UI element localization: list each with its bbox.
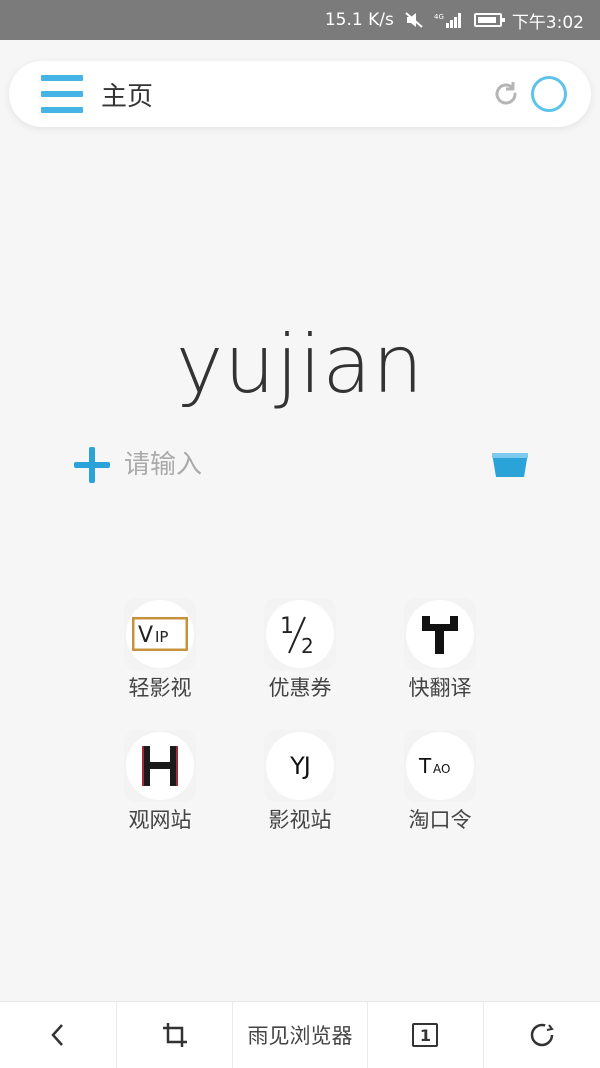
shortcut-label: 快翻译	[408, 676, 472, 700]
back-icon	[51, 1024, 63, 1046]
back-button[interactable]	[0, 1002, 117, 1068]
shortcut-label: 观网站	[128, 808, 192, 832]
svg-text:T: T	[418, 754, 432, 778]
search-row	[74, 442, 529, 488]
svg-text:V: V	[138, 623, 153, 648]
bucket-icon[interactable]	[491, 451, 529, 479]
menu-icon[interactable]	[41, 75, 83, 113]
sync-icon	[530, 1023, 554, 1047]
shortcut-tile[interactable]: 快翻译	[370, 598, 510, 702]
shortcut-tile[interactable]: T AO 淘口令	[370, 730, 510, 834]
vip-icon: V IP	[132, 617, 188, 651]
shortcut-tile[interactable]: 观网站	[90, 730, 230, 834]
bottom-toolbar: 雨见浏览器 1	[0, 1001, 600, 1068]
shortcut-label: 优惠券	[268, 676, 332, 700]
tabs-button[interactable]: 1	[368, 1002, 485, 1068]
search-input[interactable]	[122, 449, 491, 481]
sync-button[interactable]	[484, 1002, 600, 1068]
tao-icon: T AO	[418, 754, 450, 778]
svg-text:AO: AO	[433, 762, 450, 776]
shortcut-label: 淘口令	[408, 808, 472, 832]
svg-text:2: 2	[301, 634, 314, 658]
battery-icon	[473, 13, 505, 27]
signal-icon: 4G	[434, 11, 464, 29]
status-bar: 15.1 K/s 4G 下午3:02	[0, 0, 600, 40]
h-icon	[142, 746, 178, 786]
shortcut-label: 轻影视	[128, 676, 192, 700]
clock: 下午3:02	[511, 12, 584, 33]
svg-text:IP: IP	[155, 628, 168, 646]
translate-icon	[422, 616, 458, 654]
network-speed: 15.1 K/s	[324, 10, 394, 30]
svg-text:4G: 4G	[434, 13, 444, 21]
shortcut-grid: V IP 轻影视 1 2 优惠券 快翻译 观网站 YJ 影视站 T AO 淘口令	[90, 598, 510, 834]
tab-count: 1	[419, 1025, 431, 1045]
shortcut-label: 影视站	[268, 808, 332, 832]
shortcut-tile[interactable]: YJ 影视站	[230, 730, 370, 834]
logo: yujian	[175, 318, 425, 411]
shortcut-tile[interactable]: V IP 轻影视	[90, 598, 230, 702]
tabs-icon: 1	[412, 1023, 439, 1047]
yj-icon: YJ	[290, 752, 311, 780]
mute-icon	[404, 11, 424, 29]
shortcut-tile[interactable]: 1 2 优惠券	[230, 598, 370, 702]
svg-text:1: 1	[280, 614, 294, 639]
page-title: 主页	[101, 81, 154, 112]
plus-icon[interactable]	[74, 447, 110, 483]
circle-icon[interactable]	[531, 76, 567, 112]
browser-title[interactable]: 雨见浏览器	[233, 1002, 368, 1068]
half-icon: 1 2	[280, 614, 314, 658]
crop-button[interactable]	[117, 1002, 234, 1068]
address-bar: 主页	[9, 61, 591, 127]
refresh-icon[interactable]	[491, 79, 521, 109]
crop-icon	[162, 1023, 187, 1047]
